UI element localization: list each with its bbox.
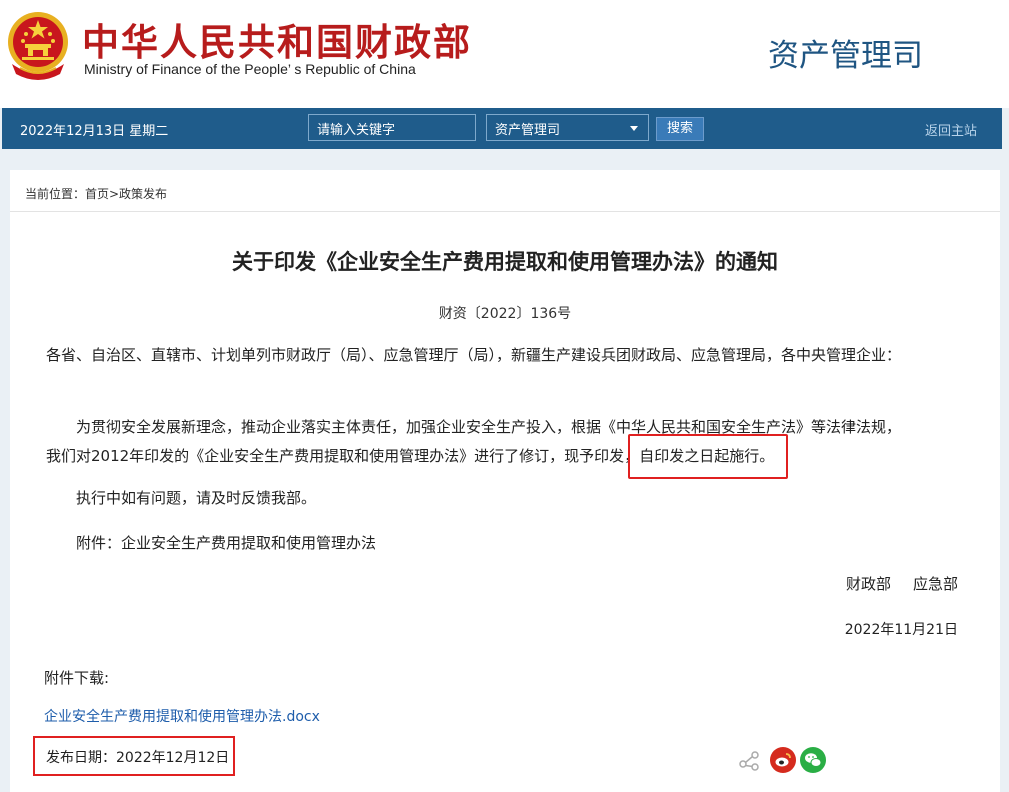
national-emblem-icon[interactable] [4, 8, 72, 80]
department-name: 资产管理司 [768, 30, 923, 75]
body-line-1: 为贯彻安全发展新理念，推动企业落实主体责任，加强企业安全生产投入，根据《中华人民… [46, 413, 966, 442]
site-header: 中华人民共和国财政部 Ministry of Finance of the Pe… [0, 0, 1009, 108]
site-name-en: Ministry of Finance of the People’ s Rep… [84, 61, 416, 77]
body-line-2-text: 我们对2012年印发的《企业安全生产费用提取和使用管理办法》进行了修订，现予印发… [46, 447, 639, 465]
salutation-paragraph: 各省、自治区、直辖市、计划单列市财政厅（局）、应急管理厅（局），新疆生产建设兵团… [46, 341, 966, 370]
publish-date: 发布日期：2022年12月12日 [33, 736, 235, 776]
search-input[interactable]: 请输入关键字 [308, 114, 476, 141]
effective-date-highlight: 自印发之日起施行。 [639, 442, 774, 471]
sign-date: 2022年11月21日 [845, 619, 958, 639]
search-scope-value: 资产管理司 [495, 123, 560, 138]
search-scope-select[interactable]: 资产管理司 [486, 114, 649, 141]
weibo-icon[interactable] [770, 747, 796, 773]
divider [10, 211, 1000, 212]
attachment-download-heading: 附件下载: [44, 667, 109, 688]
signer-mof: 财政部 [846, 575, 891, 593]
wechat-icon[interactable] [800, 747, 826, 773]
article-panel: 当前位置：首页>政策发布 关于印发《企业安全生产费用提取和使用管理办法》的通知 … [10, 170, 1000, 792]
body-line-2: 我们对2012年印发的《企业安全生产费用提取和使用管理办法》进行了修订，现予印发… [46, 442, 966, 471]
document-number: 财资〔2022〕136号 [10, 303, 1000, 323]
signer-mem: 应急部 [913, 575, 958, 593]
share-icon[interactable] [736, 747, 762, 773]
top-nav-bar: 2022年12月13日 星期二 请输入关键字 资产管理司 搜索 返回主站 [2, 108, 1002, 149]
article-title: 关于印发《企业安全生产费用提取和使用管理办法》的通知 [10, 246, 1000, 276]
attachment-note: 附件：企业安全生产费用提取和使用管理办法 [76, 529, 376, 558]
breadcrumb: 当前位置：首页>政策发布 [25, 185, 167, 202]
current-date: 2022年12月13日 星期二 [20, 120, 168, 139]
signers: 财政部 应急部 [846, 573, 958, 594]
chevron-down-icon [630, 126, 638, 131]
attachment-file-link[interactable]: 企业安全生产费用提取和使用管理办法.docx [44, 706, 320, 726]
site-name-cn[interactable]: 中华人民共和国财政部 [82, 12, 472, 66]
feedback-paragraph: 执行中如有问题，请及时反馈我部。 [76, 484, 316, 513]
search-button[interactable]: 搜索 [656, 117, 704, 141]
body-paragraph: 为贯彻安全发展新理念，推动企业落实主体责任，加强企业安全生产投入，根据《中华人民… [46, 413, 966, 471]
return-home-link[interactable]: 返回主站 [925, 120, 977, 139]
